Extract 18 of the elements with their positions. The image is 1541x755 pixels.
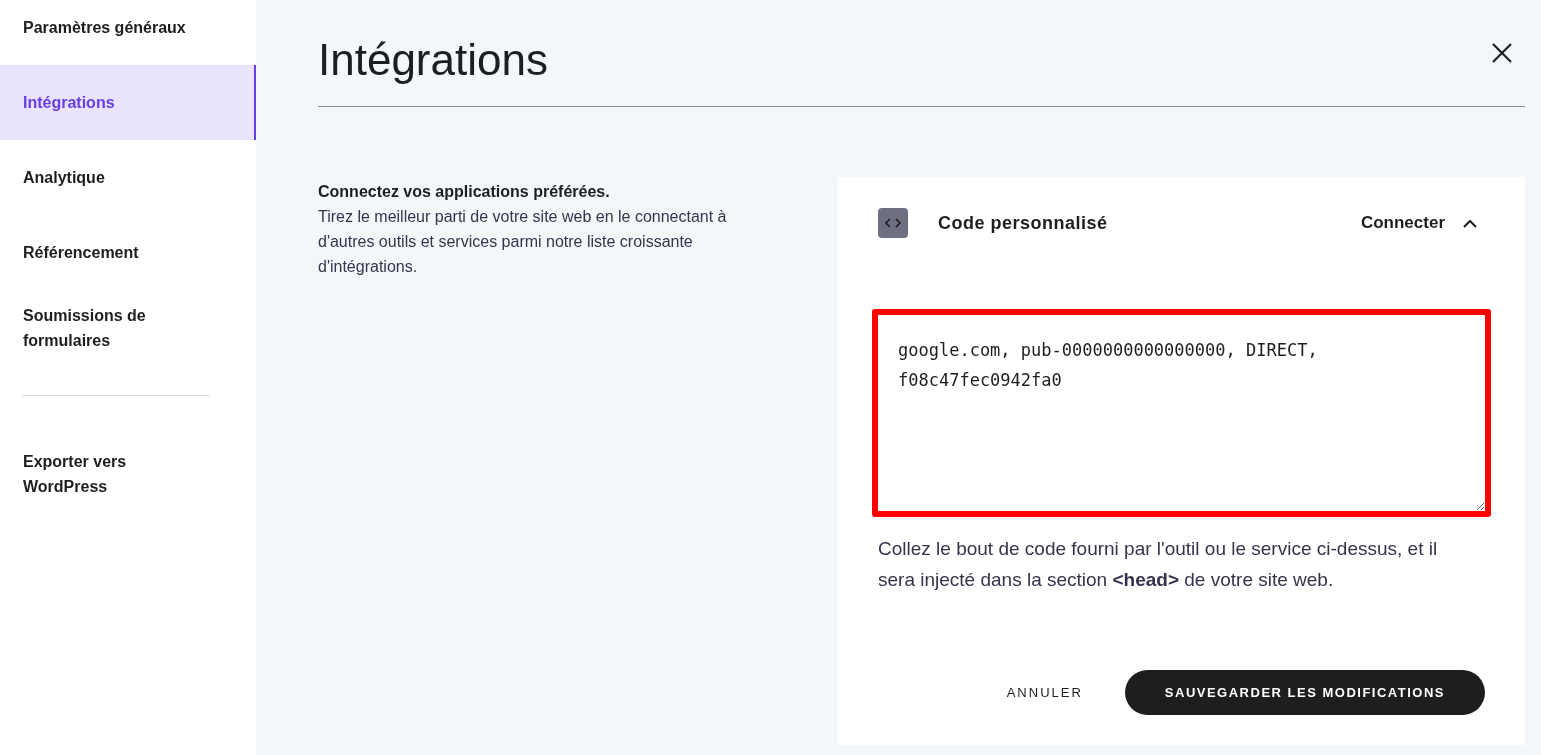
sidebar-item[interactable]: Intégrations bbox=[0, 65, 256, 140]
intro-heading: Connectez vos applications préférées. bbox=[318, 182, 611, 202]
cancel-button[interactable]: ANNULER bbox=[1006, 682, 1083, 703]
sidebar-item[interactable]: Analytique bbox=[0, 140, 256, 215]
integration-name: Code personnalisé bbox=[938, 211, 1108, 235]
close-icon[interactable] bbox=[1491, 42, 1513, 64]
save-button[interactable]: SAUVEGARDER LES MODIFICATIONS bbox=[1124, 670, 1485, 715]
sidebar-item[interactable]: Soumissions de formulaires bbox=[0, 290, 256, 365]
intro-text: Tirez le meilleur parti de votre site web en le connectant à d'autres outils et services parmi notre liste croissante d'intégrations. bbox=[318, 207, 728, 277]
code-field[interactable]: google.com, pub-0000000000000000, DIRECT, f08c47fec0942fa0 bbox=[872, 309, 1491, 517]
sidebar-item[interactable]: Référencement bbox=[0, 215, 256, 290]
help-text: Collez le bout de code fourni par l'outil ou le service ci-dessus, et il sera injecté dans la section <head> de votre site web. bbox=[878, 537, 1439, 592]
sidebar-item[interactable]: Exporter vers WordPress bbox=[0, 436, 256, 511]
page-title: Intégrations bbox=[318, 34, 548, 86]
chevron-icon[interactable] bbox=[1463, 218, 1477, 228]
code-icon bbox=[878, 208, 908, 238]
sidebar-item[interactable]: Paramètres généraux bbox=[0, 0, 256, 65]
connect-link[interactable]: Connecter bbox=[1360, 210, 1445, 236]
